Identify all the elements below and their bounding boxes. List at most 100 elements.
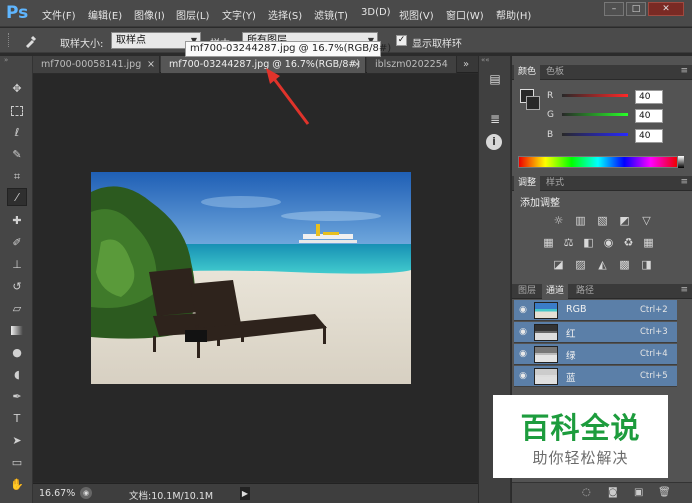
save-selection-icon[interactable]: ◙ (608, 487, 618, 498)
show-ring-checkbox[interactable]: ✓ (396, 35, 407, 46)
close-icon[interactable]: × (147, 56, 155, 73)
history-brush-tool-icon[interactable]: ↺ (7, 278, 27, 296)
marquee-tool-icon[interactable] (7, 102, 27, 120)
tabs-overflow-icon[interactable]: » (463, 56, 477, 73)
green-value-field[interactable]: 40 (635, 109, 663, 123)
zoom-level[interactable]: 16.67% (39, 488, 75, 499)
menu-image[interactable]: 图像(I) (134, 7, 165, 22)
gradient-tool-icon[interactable] (7, 322, 27, 340)
close-button[interactable]: ✕ (648, 2, 684, 16)
channel-row-rgb[interactable]: ◉ RGB Ctrl+2 (514, 300, 677, 321)
eye-icon[interactable]: ◉ (517, 348, 529, 360)
brightness-icon[interactable]: ☼ (552, 214, 565, 227)
red-value-field[interactable]: 40 (635, 90, 663, 104)
color-spectrum-bar[interactable] (518, 156, 678, 168)
red-label: R (547, 91, 554, 101)
tab-paths[interactable]: 路径 (572, 284, 598, 299)
channels-footer: ◌ ◙ ▣ 🗑 (512, 482, 692, 503)
tab-swatches[interactable]: 色板 (542, 65, 568, 80)
crop-tool-icon[interactable]: ⌗ (7, 168, 27, 186)
info-icon[interactable]: i (486, 134, 502, 150)
exposure-icon[interactable]: ◩ (618, 214, 631, 227)
menu-view[interactable]: 视图(V) (399, 7, 434, 22)
channel-row-blue[interactable]: ◉ 蓝 Ctrl+5 (514, 366, 677, 387)
background-color-swatch[interactable] (526, 96, 540, 110)
tools-collapse-icon[interactable]: » (4, 57, 29, 64)
panel-menu-icon[interactable]: ≡ (680, 66, 688, 76)
menu-window[interactable]: 窗口(W) (446, 7, 484, 22)
channel-row-red[interactable]: ◉ 红 Ctrl+3 (514, 322, 677, 343)
photo-filter-icon[interactable]: ◉ (602, 236, 615, 249)
eye-icon[interactable]: ◉ (517, 326, 529, 338)
invert-icon[interactable]: ◪ (552, 258, 565, 271)
brush-tool-icon[interactable]: ✐ (7, 234, 27, 252)
panel-menu-icon[interactable]: ≡ (680, 285, 688, 295)
menu-help[interactable]: 帮助(H) (496, 7, 531, 22)
menu-type[interactable]: 文字(Y) (222, 7, 256, 22)
menu-edit[interactable]: 编辑(E) (88, 7, 122, 22)
menu-select[interactable]: 选择(S) (268, 7, 302, 22)
clone-stamp-tool-icon[interactable]: ⊥ (7, 256, 27, 274)
curves-icon[interactable]: ▧ (596, 214, 609, 227)
blue-slider[interactable] (562, 133, 628, 136)
eyedropper-tool-icon[interactable] (24, 34, 38, 48)
new-channel-icon[interactable]: ▣ (634, 487, 643, 498)
selective-color-icon[interactable]: ◨ (640, 258, 653, 271)
hue-saturation-icon[interactable]: ▦ (542, 236, 555, 249)
type-tool-icon[interactable]: T (7, 410, 27, 428)
menu-3d[interactable]: 3D(D) (361, 7, 391, 18)
properties-icon[interactable]: ≣ (486, 110, 504, 128)
posterize-icon[interactable]: ▨ (574, 258, 587, 271)
black-white-ramp[interactable] (678, 156, 684, 168)
panel-menu-icon[interactable]: ≡ (680, 177, 688, 187)
levels-icon[interactable]: ▥ (574, 214, 587, 227)
vibrance-icon[interactable]: ▽ (640, 214, 653, 227)
eye-icon[interactable]: ◉ (517, 370, 529, 382)
quick-select-tool-icon[interactable]: ✎ (7, 146, 27, 164)
pen-tool-icon[interactable]: ✒ (7, 388, 27, 406)
channel-row-green[interactable]: ◉ 绿 Ctrl+4 (514, 344, 677, 365)
tab-layers[interactable]: 图层 (514, 284, 540, 299)
menu-filter[interactable]: 滤镜(T) (314, 7, 348, 22)
move-tool-icon[interactable]: ✥ (7, 80, 27, 98)
hand-tool-icon[interactable]: ✋ (7, 476, 27, 494)
tab-adjustments[interactable]: 调整 (514, 176, 541, 191)
color-balance-icon[interactable]: ⚖ (562, 236, 575, 249)
lasso-tool-icon[interactable]: ℓ (7, 124, 27, 142)
blue-slider-row: B 40 (547, 129, 692, 145)
status-menu-icon[interactable]: ▶ (240, 487, 250, 500)
green-slider[interactable] (562, 113, 628, 116)
red-slider[interactable] (562, 94, 628, 97)
tab-doc-3[interactable]: iblszm0202254 (367, 56, 457, 73)
black-white-icon[interactable]: ◧ (582, 236, 595, 249)
color-lookup-icon[interactable]: ▦ (642, 236, 655, 249)
channel-mixer-icon[interactable]: ♻ (622, 236, 635, 249)
blue-value-field[interactable]: 40 (635, 129, 663, 143)
blur-tool-icon[interactable]: ● (7, 344, 27, 362)
history-icon[interactable]: ▤ (486, 70, 504, 88)
gradient-map-icon[interactable]: ▩ (618, 258, 631, 271)
eraser-tool-icon[interactable]: ▱ (7, 300, 27, 318)
healing-brush-tool-icon[interactable]: ✚ (7, 212, 27, 230)
shape-tool-icon[interactable]: ▭ (7, 454, 27, 472)
tab-color[interactable]: 颜色 (514, 65, 541, 80)
load-selection-icon[interactable]: ◌ (582, 487, 591, 498)
strip-collapse-icon[interactable]: «« (481, 57, 509, 64)
eye-icon[interactable]: ◉ (517, 304, 529, 316)
tab-channels[interactable]: 通道 (542, 284, 569, 299)
dodge-tool-icon[interactable]: ◖ (7, 366, 27, 384)
delete-channel-icon[interactable]: 🗑 (658, 487, 671, 498)
app-logo: Ps (6, 3, 29, 23)
minimize-button[interactable]: – (604, 2, 624, 16)
menu-layer[interactable]: 图层(L) (176, 7, 209, 22)
path-select-tool-icon[interactable]: ➤ (7, 432, 27, 450)
threshold-icon[interactable]: ◭ (596, 258, 609, 271)
eyedropper-tool-icon[interactable]: ⁄ (7, 188, 27, 206)
close-icon[interactable]: × (353, 56, 361, 73)
canvas-area[interactable] (33, 74, 478, 482)
restore-button[interactable]: □ (626, 2, 646, 16)
tab-doc-1[interactable]: mf700-00058141.jpg × (33, 56, 160, 73)
tab-styles[interactable]: 样式 (542, 176, 568, 191)
status-info-icon[interactable]: ◉ (80, 487, 92, 499)
menu-file[interactable]: 文件(F) (42, 7, 76, 22)
